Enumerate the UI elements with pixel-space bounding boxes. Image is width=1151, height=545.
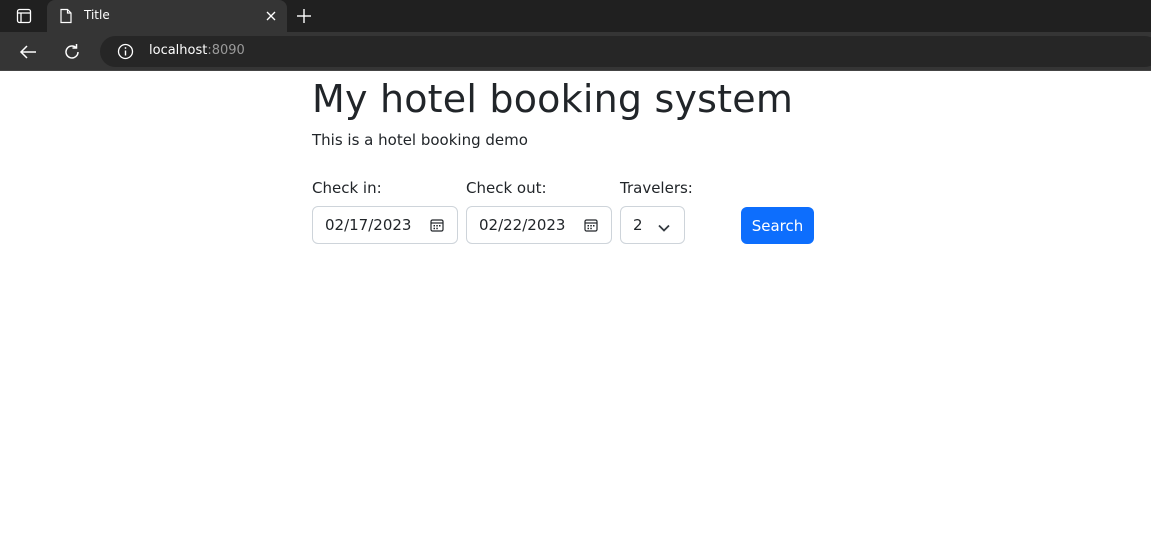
check-in-input[interactable]: 02/17/2023: [312, 206, 458, 244]
info-icon[interactable]: [117, 43, 134, 60]
document-icon: [59, 8, 73, 24]
url-port: :8090: [207, 43, 245, 58]
browser-tab-bar: Title: [0, 0, 1151, 32]
calendar-icon[interactable]: [430, 218, 444, 232]
check-out-label: Check out:: [466, 179, 547, 197]
page-container: My hotel booking system This is a hotel …: [312, 71, 872, 244]
sidebar-toggle-icon[interactable]: [12, 6, 36, 26]
travelers-select[interactable]: 2: [620, 206, 685, 244]
url-text: localhost:8090: [149, 43, 245, 58]
booking-form: Check in: 02/17/2023 Check out: 02/22/20…: [312, 177, 872, 247]
check-in-label: Check in:: [312, 179, 382, 197]
browser-toolbar: localhost:8090: [0, 32, 1151, 71]
check-in-value: 02/17/2023: [325, 216, 412, 234]
url-host: localhost: [149, 43, 208, 58]
check-out-value: 02/22/2023: [479, 216, 566, 234]
check-out-input[interactable]: 02/22/2023: [466, 206, 612, 244]
address-bar[interactable]: localhost:8090: [100, 36, 1151, 67]
calendar-icon[interactable]: [584, 218, 598, 232]
plus-icon[interactable]: [294, 6, 314, 26]
close-icon[interactable]: [263, 8, 279, 24]
search-button[interactable]: Search: [741, 207, 814, 244]
browser-tab[interactable]: Title: [47, 0, 287, 32]
tab-title: Title: [84, 8, 110, 22]
travelers-label: Travelers:: [620, 179, 693, 197]
travelers-value: 2: [633, 216, 643, 234]
back-arrow-icon[interactable]: [16, 40, 40, 64]
chevron-down-icon: [658, 220, 670, 232]
page-subtitle: This is a hotel booking demo: [312, 131, 528, 149]
page-title: My hotel booking system: [312, 77, 794, 121]
reload-icon[interactable]: [60, 40, 84, 64]
